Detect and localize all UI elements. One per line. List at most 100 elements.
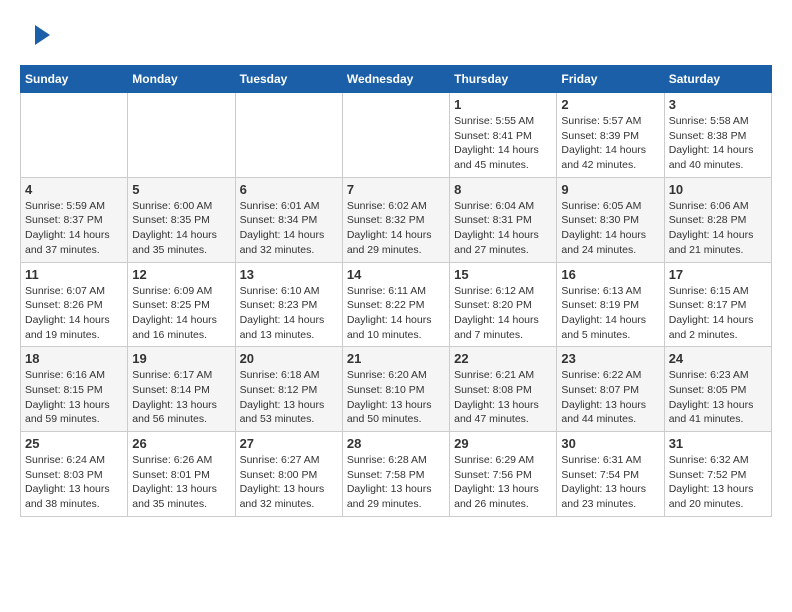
day-number: 13: [240, 267, 338, 282]
calendar-cell: 22Sunrise: 6:21 AM Sunset: 8:08 PM Dayli…: [450, 347, 557, 432]
calendar-cell: 2 Sunrise: 5:57 AM Sunset: 8:39 PM Daylig…: [557, 93, 664, 178]
calendar-cell: [342, 93, 449, 178]
calendar-cell: 29 Sunrise: 6:29 AM Sunset: 7:56 PM Dayli…: [450, 432, 557, 517]
calendar-week-3: 18Sunrise: 6:16 AM Sunset: 8:15 PM Dayli…: [21, 347, 772, 432]
calendar-cell: 30 Sunrise: 6:31 AM Sunset: 7:54 PM Dayli…: [557, 432, 664, 517]
day-number: 1: [454, 97, 552, 112]
calendar-cell: [128, 93, 235, 178]
calendar-cell: [21, 93, 128, 178]
calendar-cell: 16Sunrise: 6:13 AM Sunset: 8:19 PM Dayli…: [557, 262, 664, 347]
day-number: 15: [454, 267, 552, 282]
day-info: Sunrise: 6:24 AM Sunset: 8:03 PM Dayligh…: [25, 453, 123, 512]
day-info: Sunrise: 6:22 AM Sunset: 8:07 PM Dayligh…: [561, 368, 659, 427]
day-info: Sunrise: 6:28 AM Sunset: 7:58 PM Dayligh…: [347, 453, 445, 512]
day-info: Sunrise: 6:20 AM Sunset: 8:10 PM Dayligh…: [347, 368, 445, 427]
day-info: Sunrise: 6:15 AM Sunset: 8:17 PM Dayligh…: [669, 284, 767, 343]
day-number: 20: [240, 351, 338, 366]
calendar-cell: 13 Sunrise: 6:10 AM Sunset: 8:23 PM Dayli…: [235, 262, 342, 347]
day-info: Sunrise: 6:31 AM Sunset: 7:54 PM Dayligh…: [561, 453, 659, 512]
calendar-cell: 1 Sunrise: 5:55 AM Sunset: 8:41 PM Daylig…: [450, 93, 557, 178]
day-number: 10: [669, 182, 767, 197]
day-number: 5: [132, 182, 230, 197]
calendar: SundayMondayTuesdayWednesdayThursdayFrid…: [20, 65, 772, 517]
day-number: 6: [240, 182, 338, 197]
day-of-week-friday: Friday: [557, 66, 664, 93]
calendar-cell: 15 Sunrise: 6:12 AM Sunset: 8:20 PM Dayli…: [450, 262, 557, 347]
day-info: Sunrise: 6:26 AM Sunset: 8:01 PM Dayligh…: [132, 453, 230, 512]
day-info: Sunrise: 5:59 AM Sunset: 8:37 PM Dayligh…: [25, 199, 123, 258]
day-info: Sunrise: 6:00 AM Sunset: 8:35 PM Dayligh…: [132, 199, 230, 258]
day-info: Sunrise: 5:58 AM Sunset: 8:38 PM Dayligh…: [669, 114, 767, 173]
day-info: Sunrise: 6:07 AM Sunset: 8:26 PM Dayligh…: [25, 284, 123, 343]
day-number: 27: [240, 436, 338, 451]
day-number: 8: [454, 182, 552, 197]
day-number: 3: [669, 97, 767, 112]
day-info: Sunrise: 6:13 AM Sunset: 8:19 PM Dayligh…: [561, 284, 659, 343]
day-info: Sunrise: 6:11 AM Sunset: 8:22 PM Dayligh…: [347, 284, 445, 343]
calendar-cell: 17Sunrise: 6:15 AM Sunset: 8:17 PM Dayli…: [664, 262, 771, 347]
day-info: Sunrise: 6:10 AM Sunset: 8:23 PM Dayligh…: [240, 284, 338, 343]
calendar-cell: [235, 93, 342, 178]
day-info: Sunrise: 6:09 AM Sunset: 8:25 PM Dayligh…: [132, 284, 230, 343]
day-number: 28: [347, 436, 445, 451]
day-info: Sunrise: 6:18 AM Sunset: 8:12 PM Dayligh…: [240, 368, 338, 427]
day-of-week-tuesday: Tuesday: [235, 66, 342, 93]
day-info: Sunrise: 6:29 AM Sunset: 7:56 PM Dayligh…: [454, 453, 552, 512]
logo: [20, 20, 55, 50]
day-number: 4: [25, 182, 123, 197]
day-number: 24: [669, 351, 767, 366]
calendar-week-2: 11 Sunrise: 6:07 AM Sunset: 8:26 PM Dayli…: [21, 262, 772, 347]
calendar-cell: 9 Sunrise: 6:05 AM Sunset: 8:30 PM Daylig…: [557, 177, 664, 262]
calendar-cell: 5 Sunrise: 6:00 AM Sunset: 8:35 PM Daylig…: [128, 177, 235, 262]
calendar-cell: 12 Sunrise: 6:09 AM Sunset: 8:25 PM Dayli…: [128, 262, 235, 347]
calendar-cell: 8 Sunrise: 6:04 AM Sunset: 8:31 PM Daylig…: [450, 177, 557, 262]
calendar-header: SundayMondayTuesdayWednesdayThursdayFrid…: [21, 66, 772, 93]
day-of-week-saturday: Saturday: [664, 66, 771, 93]
page-header: [20, 20, 772, 50]
day-info: Sunrise: 6:12 AM Sunset: 8:20 PM Dayligh…: [454, 284, 552, 343]
calendar-cell: 31 Sunrise: 6:32 AM Sunset: 7:52 PM Dayli…: [664, 432, 771, 517]
day-of-week-monday: Monday: [128, 66, 235, 93]
day-info: Sunrise: 6:21 AM Sunset: 8:08 PM Dayligh…: [454, 368, 552, 427]
day-info: Sunrise: 6:05 AM Sunset: 8:30 PM Dayligh…: [561, 199, 659, 258]
calendar-cell: 3 Sunrise: 5:58 AM Sunset: 8:38 PM Daylig…: [664, 93, 771, 178]
day-number: 18: [25, 351, 123, 366]
calendar-week-4: 25 Sunrise: 6:24 AM Sunset: 8:03 PM Dayli…: [21, 432, 772, 517]
day-number: 11: [25, 267, 123, 282]
day-info: Sunrise: 6:17 AM Sunset: 8:14 PM Dayligh…: [132, 368, 230, 427]
calendar-week-0: 1 Sunrise: 5:55 AM Sunset: 8:41 PM Daylig…: [21, 93, 772, 178]
day-number: 14: [347, 267, 445, 282]
day-number: 19: [132, 351, 230, 366]
day-number: 26: [132, 436, 230, 451]
calendar-cell: 27 Sunrise: 6:27 AM Sunset: 8:00 PM Dayli…: [235, 432, 342, 517]
calendar-cell: 4 Sunrise: 5:59 AM Sunset: 8:37 PM Daylig…: [21, 177, 128, 262]
day-number: 29: [454, 436, 552, 451]
calendar-week-1: 4 Sunrise: 5:59 AM Sunset: 8:37 PM Daylig…: [21, 177, 772, 262]
day-info: Sunrise: 6:04 AM Sunset: 8:31 PM Dayligh…: [454, 199, 552, 258]
calendar-cell: 26 Sunrise: 6:26 AM Sunset: 8:01 PM Dayli…: [128, 432, 235, 517]
day-number: 12: [132, 267, 230, 282]
calendar-cell: 20 Sunrise: 6:18 AM Sunset: 8:12 PM Dayli…: [235, 347, 342, 432]
day-number: 9: [561, 182, 659, 197]
day-info: Sunrise: 6:27 AM Sunset: 8:00 PM Dayligh…: [240, 453, 338, 512]
day-info: Sunrise: 5:57 AM Sunset: 8:39 PM Dayligh…: [561, 114, 659, 173]
day-info: Sunrise: 6:32 AM Sunset: 7:52 PM Dayligh…: [669, 453, 767, 512]
day-number: 23: [561, 351, 659, 366]
calendar-cell: 7Sunrise: 6:02 AM Sunset: 8:32 PM Daylig…: [342, 177, 449, 262]
day-of-week-thursday: Thursday: [450, 66, 557, 93]
day-info: Sunrise: 5:55 AM Sunset: 8:41 PM Dayligh…: [454, 114, 552, 173]
calendar-cell: 24 Sunrise: 6:23 AM Sunset: 8:05 PM Dayli…: [664, 347, 771, 432]
calendar-cell: 21Sunrise: 6:20 AM Sunset: 8:10 PM Dayli…: [342, 347, 449, 432]
calendar-cell: 10 Sunrise: 6:06 AM Sunset: 8:28 PM Dayli…: [664, 177, 771, 262]
calendar-cell: 11 Sunrise: 6:07 AM Sunset: 8:26 PM Dayli…: [21, 262, 128, 347]
day-info: Sunrise: 6:06 AM Sunset: 8:28 PM Dayligh…: [669, 199, 767, 258]
day-of-week-sunday: Sunday: [21, 66, 128, 93]
day-number: 31: [669, 436, 767, 451]
day-info: Sunrise: 6:23 AM Sunset: 8:05 PM Dayligh…: [669, 368, 767, 427]
calendar-cell: 6Sunrise: 6:01 AM Sunset: 8:34 PM Daylig…: [235, 177, 342, 262]
day-number: 25: [25, 436, 123, 451]
day-number: 2: [561, 97, 659, 112]
logo-icon: [25, 20, 55, 50]
calendar-cell: 25 Sunrise: 6:24 AM Sunset: 8:03 PM Dayli…: [21, 432, 128, 517]
day-number: 30: [561, 436, 659, 451]
